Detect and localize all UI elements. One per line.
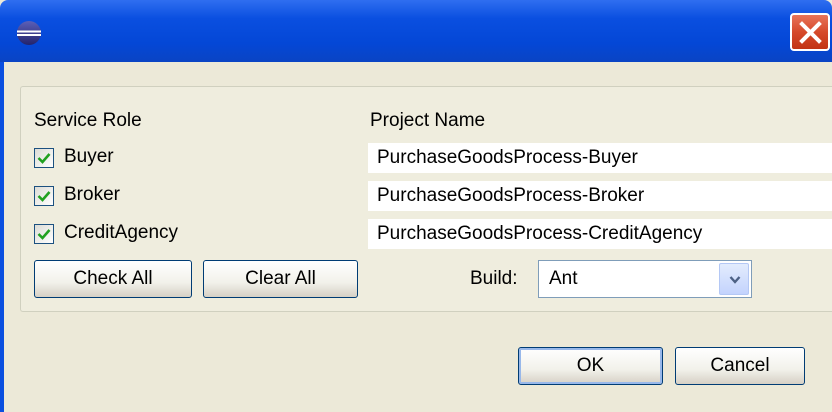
checkmark-icon [37,191,51,202]
broker-checkbox[interactable] [34,186,54,206]
build-dropdown-button[interactable] [719,263,749,295]
title-bar[interactable] [0,0,832,62]
service-role-header: Service Role [34,110,142,131]
eclipse-icon [16,20,42,46]
buyer-project-field[interactable]: PurchaseGoodsProcess-Buyer [368,143,832,173]
buyer-checkbox[interactable] [34,148,54,168]
broker-project-field[interactable]: PurchaseGoodsProcess-Broker [368,181,832,211]
build-select[interactable]: Ant [538,260,752,298]
build-label: Build: [470,268,518,289]
chevron-down-icon [729,276,741,284]
check-all-button[interactable]: Check All [34,260,192,298]
close-button[interactable] [790,13,830,51]
cancel-button[interactable]: Cancel [675,347,805,385]
checkmark-icon [37,153,51,164]
close-icon [799,21,822,44]
creditagency-label: CreditAgency [64,222,179,243]
creditagency-checkbox[interactable] [34,224,54,244]
broker-label: Broker [64,184,120,205]
buyer-label: Buyer [64,146,114,167]
project-name-header: Project Name [370,110,486,131]
clear-all-button[interactable]: Clear All [203,260,358,298]
creditagency-project-field[interactable]: PurchaseGoodsProcess-CreditAgency [368,219,832,249]
ok-button[interactable]: OK [518,347,663,385]
build-select-value: Ant [549,268,578,289]
checkmark-icon [37,229,51,240]
